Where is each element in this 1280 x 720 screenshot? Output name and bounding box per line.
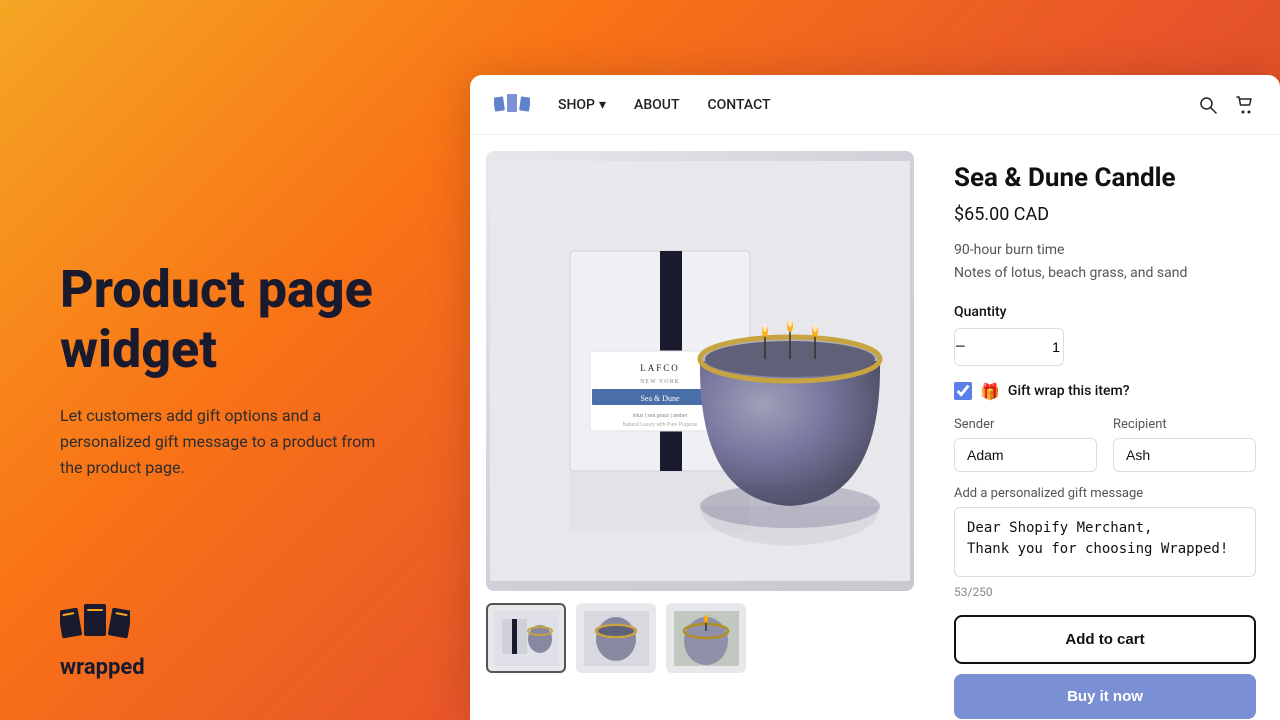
sender-recipient-row: Sender Recipient [954, 417, 1256, 472]
quantity-label: Quantity [954, 304, 1256, 320]
product-title: Sea & Dune Candle [954, 163, 1256, 194]
thumbnail-3[interactable] [666, 603, 746, 673]
product-image-svg: LAFCO NEW YORK Sea & Dune lotus | sea gr… [490, 161, 910, 581]
svg-text:Natural Luxury with Pure Purpo: Natural Luxury with Pure Purpose [623, 422, 698, 428]
recipient-input[interactable] [1113, 438, 1256, 472]
sender-input[interactable] [954, 438, 1097, 472]
nav-links: SHOP ▾ ABOUT CONTACT [558, 97, 1198, 113]
thumbnails [486, 603, 914, 673]
recipient-field-group: Recipient [1113, 417, 1256, 472]
product-description: 90-hour burn time Notes of lotus, beach … [954, 239, 1256, 284]
nav-icons [1198, 94, 1256, 116]
gift-message-textarea[interactable]: Dear Shopify Merchant, Thank you for cho… [954, 507, 1256, 577]
main-content: LAFCO NEW YORK Sea & Dune lotus | sea gr… [470, 135, 1280, 720]
thumbnail-1[interactable] [486, 603, 566, 673]
gift-wrap-checkbox[interactable] [954, 382, 972, 400]
browser-window: SHOP ▾ ABOUT CONTACT [470, 75, 1280, 720]
gift-emoji: 🎁 [980, 382, 1000, 401]
gift-message-label: Add a personalized gift message [954, 486, 1256, 501]
svg-text:Sea & Dune: Sea & Dune [640, 394, 680, 403]
wrapped-logo-icon [60, 599, 130, 649]
navigation: SHOP ▾ ABOUT CONTACT [470, 75, 1280, 135]
product-details: Sea & Dune Candle $65.00 CAD 90-hour bur… [930, 135, 1280, 720]
search-icon [1198, 95, 1218, 115]
notes-text: Notes of lotus, beach grass, and sand [954, 262, 1256, 284]
sender-label: Sender [954, 417, 1097, 432]
char-count: 53/250 [954, 585, 1256, 599]
left-panel: Product page widget Let customers add gi… [0, 0, 470, 720]
quantity-control: − + [954, 328, 1064, 366]
buy-now-button[interactable]: Buy it now [954, 674, 1256, 719]
thumbnail-2[interactable] [576, 603, 656, 673]
add-to-cart-button[interactable]: Add to cart [954, 615, 1256, 664]
hero-description: Let customers add gift options and a per… [60, 403, 400, 480]
gift-wrap-row: 🎁 Gift wrap this item? [954, 382, 1256, 401]
product-price: $65.00 CAD [954, 204, 1256, 225]
burn-time-text: 90-hour burn time [954, 239, 1256, 261]
nav-contact-link[interactable]: CONTACT [708, 97, 771, 113]
chevron-down-icon: ▾ [599, 97, 606, 113]
quantity-input[interactable] [966, 339, 1064, 355]
recipient-label: Recipient [1113, 417, 1256, 432]
nav-logo [494, 93, 530, 117]
shop-logo-icon [494, 93, 530, 117]
svg-text:NEW YORK: NEW YORK [640, 379, 680, 385]
cart-button[interactable] [1234, 94, 1256, 116]
svg-text:lotus | sea grass | amber: lotus | sea grass | amber [633, 413, 688, 419]
search-button[interactable] [1198, 95, 1218, 115]
hero-title: Product page widget [60, 260, 410, 380]
wrapped-logo-label: wrapped [60, 655, 145, 680]
cart-icon [1234, 94, 1256, 116]
gift-wrap-label: Gift wrap this item? [1008, 383, 1130, 399]
product-image-area: LAFCO NEW YORK Sea & Dune lotus | sea gr… [470, 135, 930, 720]
sender-field-group: Sender [954, 417, 1097, 472]
nav-shop-link[interactable]: SHOP ▾ [558, 97, 606, 113]
quantity-decrease-button[interactable]: − [955, 329, 966, 365]
nav-about-link[interactable]: ABOUT [634, 97, 679, 113]
main-product-image: LAFCO NEW YORK Sea & Dune lotus | sea gr… [486, 151, 914, 591]
svg-text:LAFCO: LAFCO [640, 363, 680, 373]
logo-area: wrapped [60, 599, 145, 680]
